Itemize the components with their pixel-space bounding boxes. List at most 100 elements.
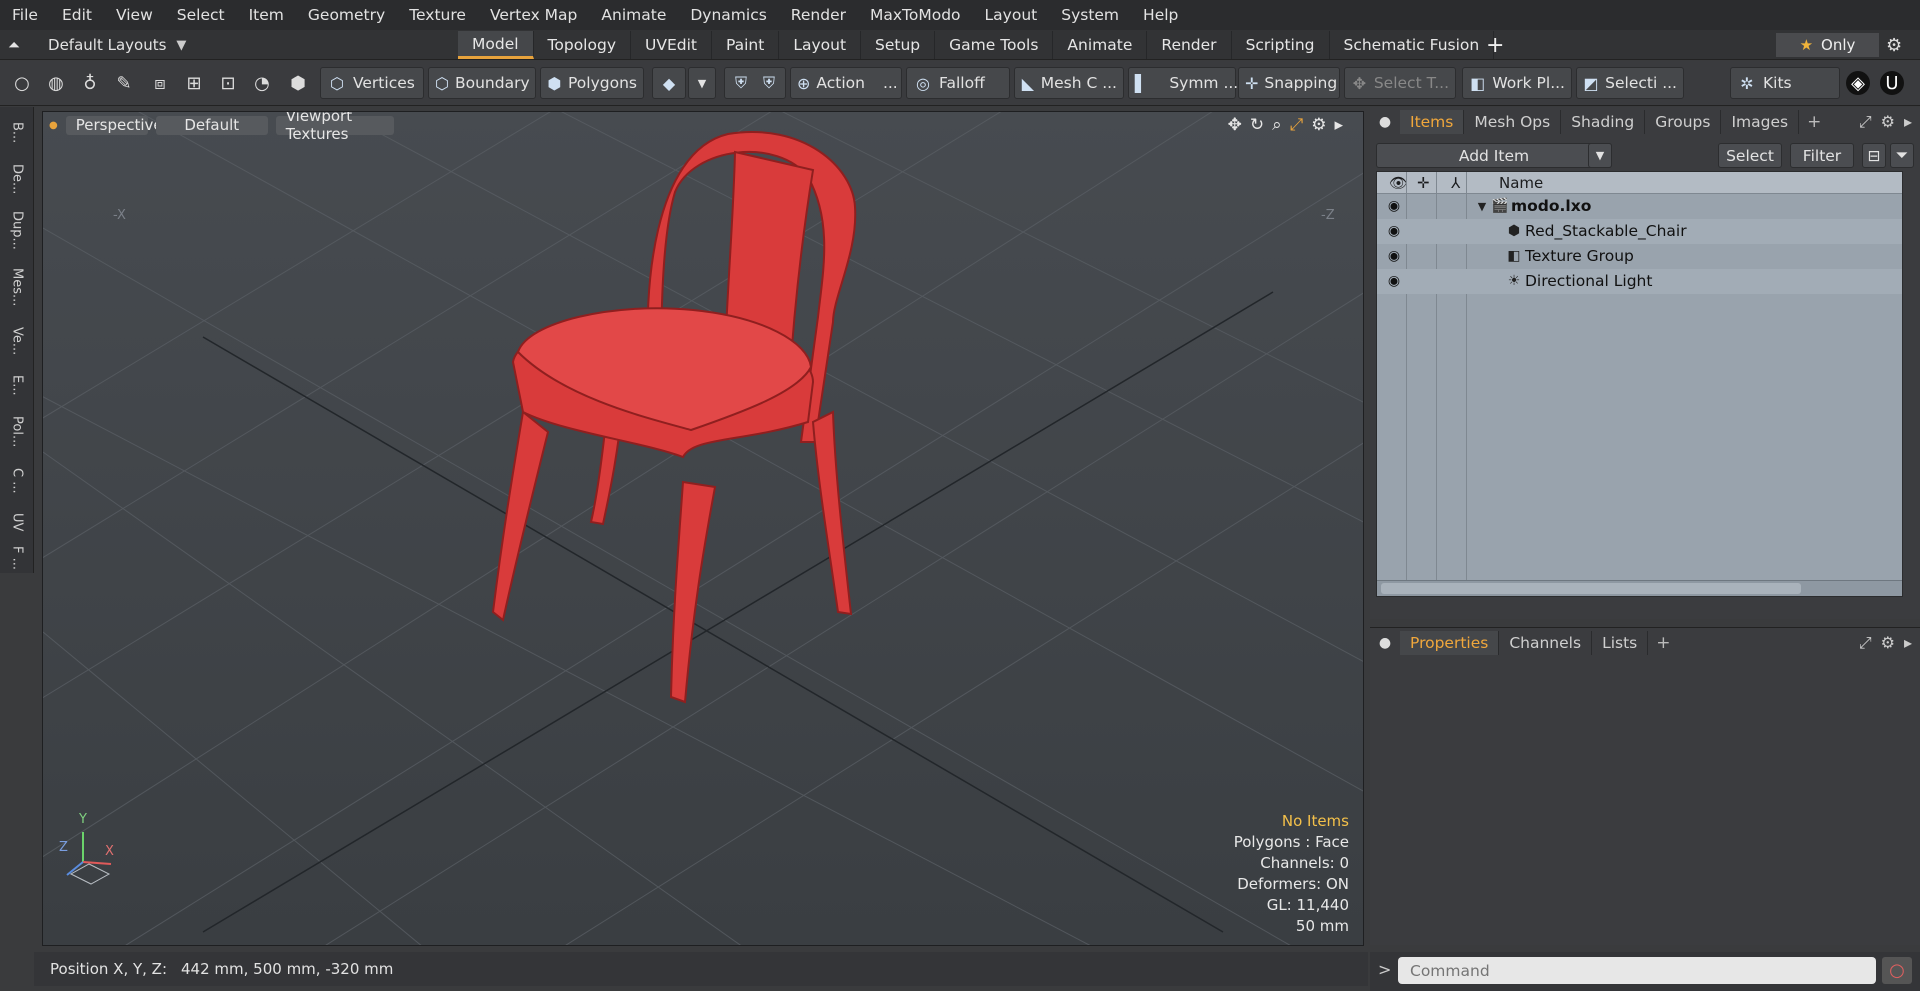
3d-viewport[interactable]: ● Perspective Default Viewport Textures … — [42, 111, 1364, 946]
boundary-button[interactable]: ⬡ Boundary — [428, 67, 536, 99]
vertices-button[interactable]: ⬡ Vertices — [320, 67, 424, 99]
expand-icon[interactable]: ⤢ — [1859, 112, 1872, 132]
symmetry-shield-buttons[interactable]: ⛨ ⛨ — [724, 67, 786, 99]
eye-icon[interactable]: ◉ — [1383, 196, 1405, 216]
add-tab-icon[interactable]: + — [1648, 633, 1678, 653]
tab-uvedit[interactable]: UVEdit — [631, 31, 712, 59]
filter-button[interactable]: Filter — [1790, 143, 1854, 168]
menu-animate[interactable]: Animate — [589, 6, 678, 24]
menu-layout[interactable]: Layout — [973, 6, 1050, 24]
left-tab-mesh-edit[interactable]: Mes... — [4, 259, 30, 315]
funnel-icon[interactable]: ⏷ — [1890, 143, 1914, 168]
left-tab-curve[interactable]: C ... — [4, 461, 30, 501]
tab-setup[interactable]: Setup — [861, 31, 936, 59]
grid-icon[interactable]: ⊞ — [182, 71, 206, 95]
viewport-textures-dropdown[interactable]: Viewport Textures — [275, 112, 394, 143]
tab-properties[interactable]: Properties — [1400, 631, 1500, 655]
tree-row-directional-light[interactable]: ◉ ☀ Directional Light — [1377, 269, 1902, 294]
tab-channels[interactable]: Channels — [1499, 631, 1593, 655]
left-tab-duplicate[interactable]: Dup... — [4, 205, 30, 255]
action-button[interactable]: ⊕ Action ... — [790, 67, 902, 99]
left-tab-fusion[interactable]: F ... — [4, 543, 30, 573]
add-item-dropdown[interactable]: ▼ — [1588, 143, 1612, 168]
select-button[interactable]: Select — [1718, 143, 1782, 168]
transform-icon[interactable]: ⧈ — [148, 71, 172, 95]
triangle-down-icon[interactable]: ▼ — [1473, 197, 1491, 215]
kits-button[interactable]: ✲ Kits — [1730, 67, 1840, 99]
tab-topology[interactable]: Topology — [534, 31, 631, 59]
collapse-icon[interactable]: ⏶ — [8, 36, 20, 54]
tab-render[interactable]: Render — [1147, 31, 1232, 59]
panel-gear-icon[interactable]: ⚙ — [1881, 112, 1895, 132]
eye-icon[interactable]: ◉ — [1383, 271, 1405, 291]
material-button[interactable]: ◆ — [652, 67, 686, 99]
gear-icon[interactable]: ⚙ — [1886, 30, 1902, 60]
eye-icon[interactable]: ◉ — [1383, 246, 1405, 266]
tree-row-modo-lxo[interactable]: ◉ ▼ 🎬 modo.lxo — [1377, 194, 1902, 219]
panel-gear-icon[interactable]: ⚙ — [1881, 633, 1895, 653]
unity-icon[interactable]: ◈ — [1846, 71, 1870, 95]
item-list[interactable]: 👁 ✛ ⅄ Name ◉ ▼ 🎬 modo.lxo ◉ ⬢ Red_Stacka… — [1376, 171, 1903, 597]
menu-view[interactable]: View — [104, 6, 165, 24]
zoom-icon[interactable]: ⌕ — [1272, 115, 1282, 135]
tab-scripting[interactable]: Scripting — [1232, 31, 1330, 59]
tab-groups[interactable]: Groups — [1645, 110, 1722, 134]
menu-select[interactable]: Select — [165, 6, 237, 24]
tab-items[interactable]: Items — [1400, 110, 1465, 134]
tab-mesh-ops[interactable]: Mesh Ops — [1464, 110, 1562, 134]
move-view-icon[interactable]: ✥ — [1228, 115, 1242, 135]
add-item-button[interactable]: Add Item — [1376, 143, 1612, 168]
maximize-icon[interactable]: ⤢ — [1290, 115, 1304, 135]
select-circle-icon[interactable]: ○ — [10, 71, 34, 95]
selection-sets-button[interactable]: ◩ Selecti ... — [1576, 67, 1684, 99]
layout-switcher[interactable]: ⏶ Default Layouts ▼ — [8, 30, 186, 60]
horizontal-scrollbar[interactable] — [1377, 580, 1902, 596]
play-icon[interactable]: ▸ — [1334, 115, 1343, 135]
menu-maxtomodo[interactable]: MaxToModo — [858, 6, 973, 24]
command-input[interactable] — [1398, 957, 1876, 984]
menu-help[interactable]: Help — [1131, 6, 1190, 24]
panel-dot-icon[interactable]: ● — [1370, 635, 1400, 651]
add-tab-icon[interactable]: + — [1799, 112, 1829, 132]
viewport-gear-icon[interactable]: ⚙ — [1311, 115, 1326, 135]
menu-edit[interactable]: Edit — [50, 6, 104, 24]
mesh-constraint-button[interactable]: ◣ Mesh C ... — [1014, 67, 1124, 99]
scrollbar-thumb[interactable] — [1381, 583, 1801, 594]
left-tab-deform[interactable]: De... — [4, 157, 30, 201]
menu-vertex-map[interactable]: Vertex Map — [478, 6, 589, 24]
menu-texture[interactable]: Texture — [397, 6, 478, 24]
symmetry-button[interactable]: ▌ Symm ... — [1128, 67, 1238, 99]
menu-system[interactable]: System — [1049, 6, 1131, 24]
lasso-icon[interactable]: ♁ — [78, 71, 102, 95]
brush-icon[interactable]: ✎ — [112, 71, 136, 95]
shading-style-dropdown[interactable]: Default — [155, 115, 268, 135]
tab-animate[interactable]: Animate — [1053, 31, 1148, 59]
left-tab-basic[interactable]: B... — [4, 115, 30, 151]
menu-dynamics[interactable]: Dynamics — [678, 6, 778, 24]
panel-arrow-icon[interactable]: ▸ — [1904, 112, 1912, 132]
tab-layout[interactable]: Layout — [779, 31, 862, 59]
work-plane-button[interactable]: ◧ Work Pl... — [1462, 67, 1572, 99]
menu-geometry[interactable]: Geometry — [296, 6, 397, 24]
frame-icon[interactable]: ⊡ — [216, 71, 240, 95]
add-layout-tab-icon[interactable]: + — [1486, 30, 1504, 60]
panel-dot-icon[interactable]: ● — [1370, 114, 1400, 130]
record-macro-icon[interactable]: ○ — [1882, 957, 1912, 984]
eye-icon[interactable]: ◉ — [1383, 221, 1405, 241]
left-tab-vertex[interactable]: Ve... — [4, 319, 30, 363]
polygons-button[interactable]: ⬢ Polygons — [540, 67, 644, 99]
rotate-view-icon[interactable]: ↻ — [1250, 115, 1264, 135]
left-tab-edge[interactable]: E... — [4, 367, 30, 403]
left-tab-polygon[interactable]: Pol... — [4, 407, 30, 457]
tab-lists[interactable]: Lists — [1592, 631, 1649, 655]
tab-game-tools[interactable]: Game Tools — [935, 31, 1054, 59]
only-button[interactable]: ★ Only — [1776, 33, 1879, 57]
select-through-button[interactable]: ✥ Select T... — [1344, 67, 1456, 99]
falloff-button[interactable]: ◎ Falloff — [906, 67, 1010, 99]
globe-icon[interactable]: ◍ — [44, 71, 68, 95]
slice-icon[interactable]: ◔ — [250, 71, 274, 95]
tab-schematic-fusion[interactable]: Schematic Fusion — [1330, 31, 1495, 59]
tab-model[interactable]: Model — [458, 31, 534, 59]
material-dropdown[interactable]: ▼ — [688, 67, 716, 99]
view-type-dropdown[interactable]: Perspective — [65, 115, 163, 135]
